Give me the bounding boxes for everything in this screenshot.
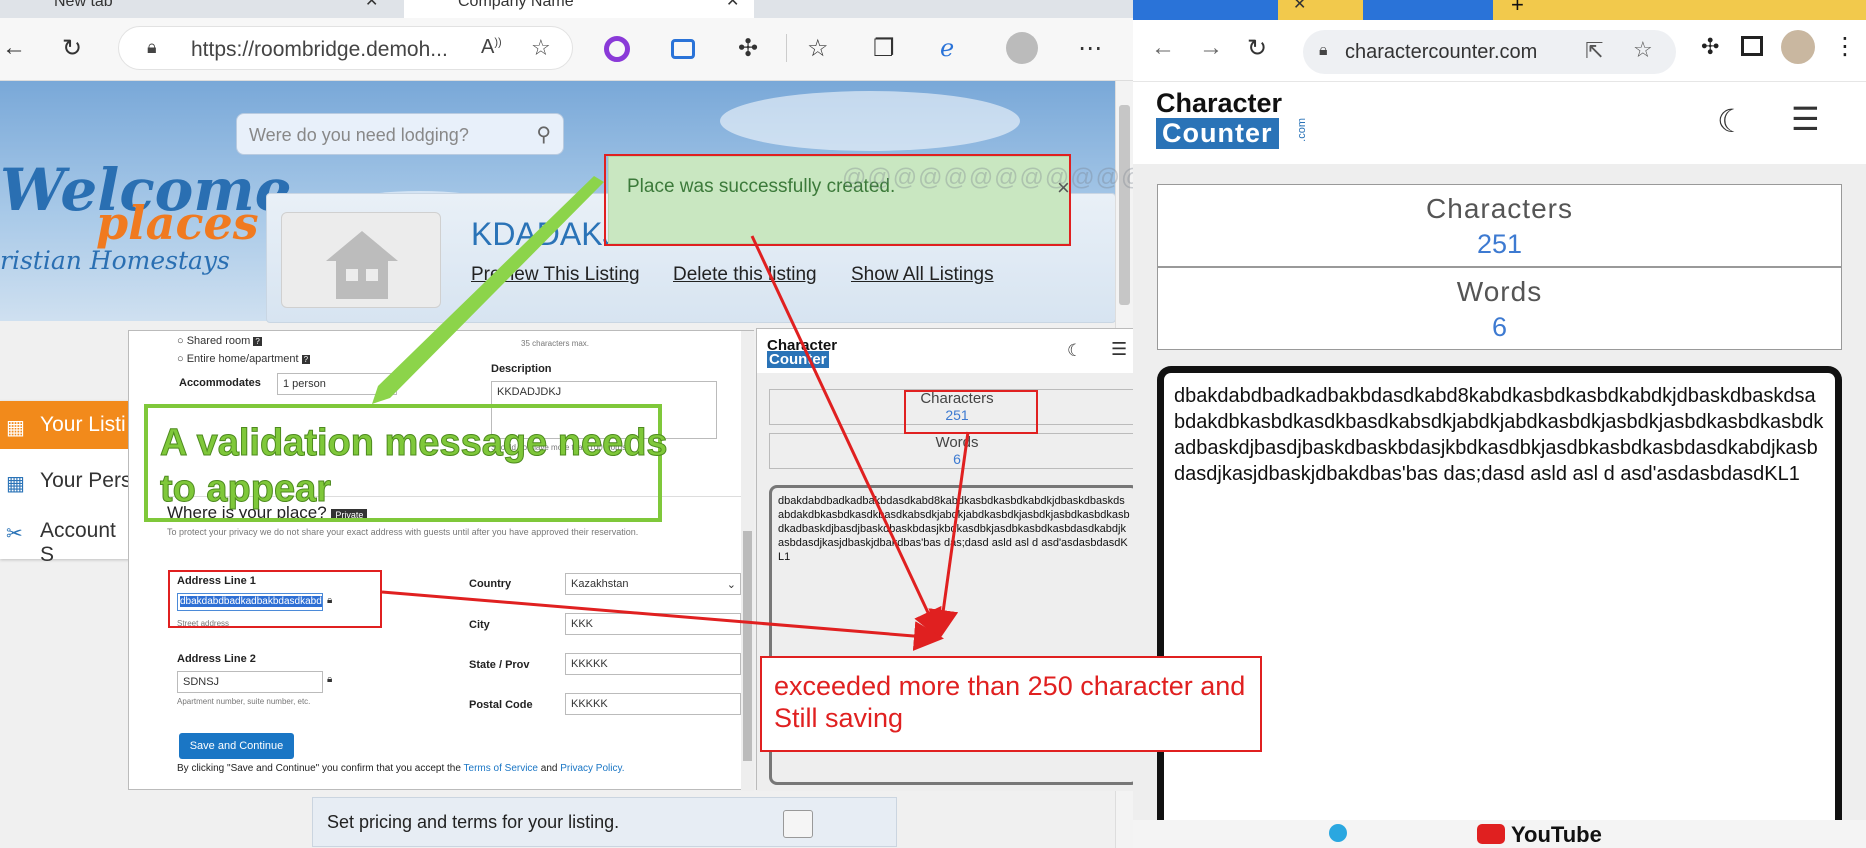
red-arrow-from-count (928, 431, 970, 640)
green-arrow (372, 176, 604, 404)
annotation-arrows (372, 176, 970, 651)
red-arrow-from-alert (750, 235, 942, 640)
red-arrow-from-address (381, 590, 944, 651)
